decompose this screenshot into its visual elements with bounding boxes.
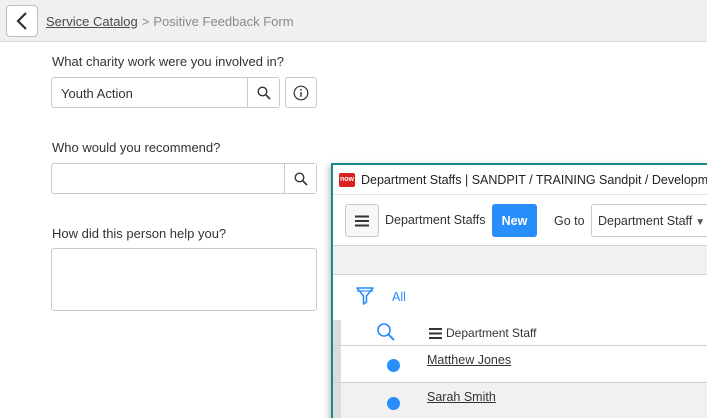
status-dot-icon	[387, 397, 400, 410]
header-bar: Service Catalog > Positive Feedback Form	[0, 0, 707, 42]
servicenow-logo: now	[339, 173, 355, 187]
info-icon	[293, 85, 309, 100]
recommend-question-label: Who would you recommend?	[52, 140, 221, 155]
breadcrumb-separator: >	[141, 14, 150, 29]
list-title: Department Staffs	[385, 213, 486, 227]
lookup-popup-window: now Department Staffs | SANDPIT / TRAINI…	[331, 163, 707, 418]
list-context-menu-button[interactable]	[345, 204, 379, 237]
hamburger-menu-icon	[355, 215, 369, 226]
help-question-label: How did this person help you?	[52, 226, 227, 241]
goto-selected-value: Department Staff	[598, 214, 693, 228]
charity-question-label: What charity work were you involved in?	[52, 54, 284, 69]
list-toolbar: Department Staffs New Go to Department S…	[333, 195, 707, 245]
row-name-link[interactable]: Matthew Jones	[427, 353, 511, 367]
search-icon	[256, 85, 271, 100]
search-icon	[293, 171, 308, 186]
filter-breadcrumb-row: All	[333, 276, 707, 320]
popup-window-title: Department Staffs | SANDPIT / TRAINING S…	[361, 173, 707, 187]
table-row[interactable]: Sarah Smith	[333, 383, 707, 418]
recommend-field[interactable]	[51, 163, 317, 194]
row-name-link[interactable]: Sarah Smith	[427, 390, 496, 404]
breadcrumb-service-catalog[interactable]: Service Catalog	[46, 14, 138, 29]
charity-info-button[interactable]	[285, 77, 317, 108]
help-textarea[interactable]	[51, 248, 317, 311]
popup-titlebar[interactable]: now Department Staffs | SANDPIT / TRAINI…	[333, 165, 707, 195]
table-row[interactable]: Matthew Jones	[333, 346, 707, 383]
column-menu-icon[interactable]	[429, 328, 442, 339]
goto-field-select[interactable]: Department Staff ▼	[591, 204, 707, 237]
breadcrumb-current-page: Positive Feedback Form	[153, 14, 294, 29]
search-bar-area	[333, 245, 707, 275]
search-icon[interactable]	[376, 322, 396, 342]
recommend-lookup-button[interactable]	[284, 164, 316, 193]
charity-field-value: Youth Action	[61, 86, 133, 101]
breadcrumb: Service Catalog > Positive Feedback Form	[46, 14, 294, 29]
filter-all-link[interactable]: All	[392, 290, 406, 304]
goto-label: Go to	[554, 214, 585, 228]
charity-field[interactable]: Youth Action	[51, 77, 280, 108]
column-header-department-staff[interactable]: Department Staff	[446, 326, 537, 340]
filter-funnel-icon[interactable]	[355, 286, 375, 308]
row-select-column	[333, 320, 341, 345]
back-button[interactable]	[6, 5, 38, 37]
row-select-cell	[333, 346, 341, 382]
caret-down-icon: ▼	[695, 217, 706, 228]
new-button[interactable]: New	[492, 204, 537, 237]
charity-lookup-button[interactable]	[247, 78, 279, 107]
status-dot-icon	[387, 359, 400, 372]
row-select-cell	[333, 383, 341, 418]
column-header-row: Department Staff	[333, 320, 707, 346]
chevron-left-icon	[16, 12, 27, 30]
